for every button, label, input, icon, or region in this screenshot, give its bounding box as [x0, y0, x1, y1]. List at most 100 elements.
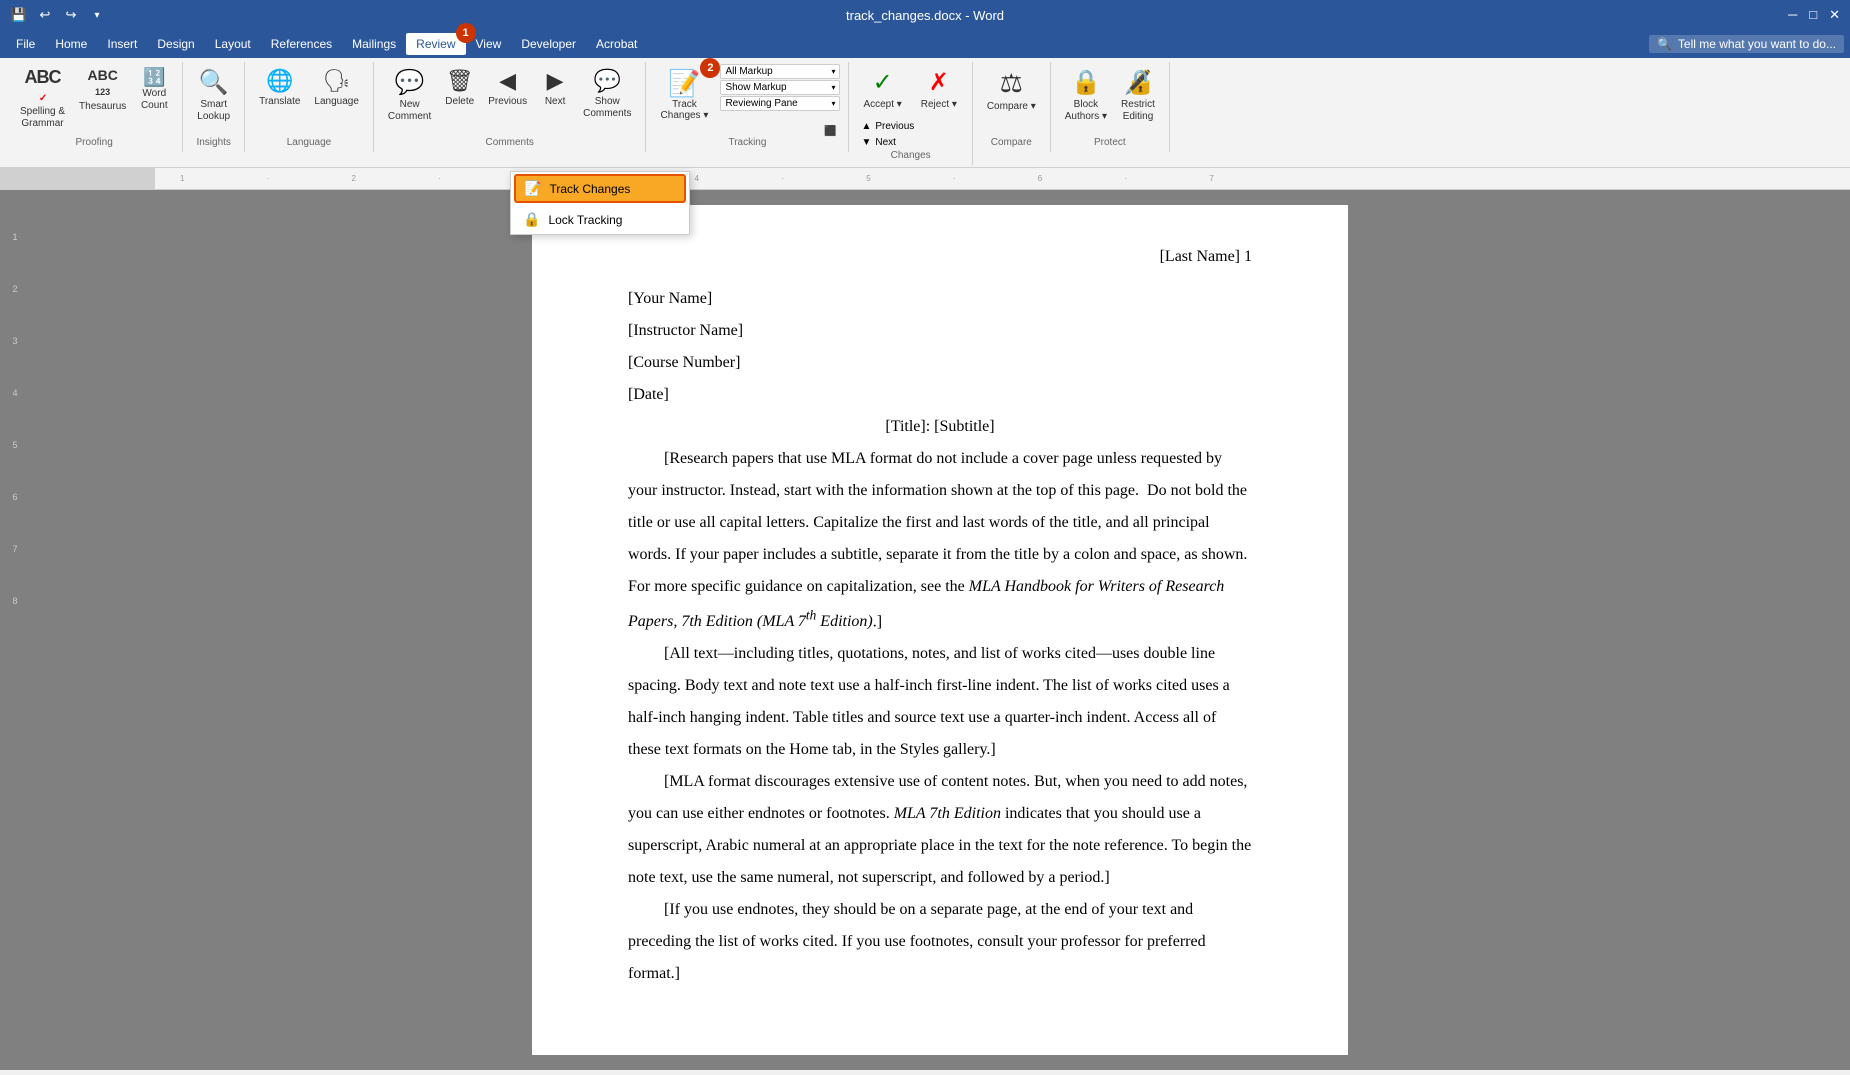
smart-lookup-btn[interactable]: 🔍 SmartLookup	[191, 64, 236, 127]
undo-icon[interactable]: ↩	[36, 6, 54, 24]
tracking-expand-icon[interactable]: ⬛	[824, 126, 836, 137]
thesaurus-label: Thesaurus	[79, 101, 126, 113]
reviewing-pane-dropdown[interactable]: Reviewing Pane ▾	[720, 96, 840, 111]
next-change-icon: ▼	[861, 137, 871, 148]
ruler-num-2: 2	[12, 284, 17, 334]
delete-comment-btn[interactable]: 🗑 Delete	[439, 64, 480, 112]
new-comment-icon: 💬	[395, 68, 425, 97]
delete-comment-label: Delete	[445, 96, 474, 108]
proofing-label: Proofing	[76, 137, 113, 150]
close-btn[interactable]: ✕	[1829, 7, 1840, 23]
document-page[interactable]: [Last Name] 1 [Your Name] [Instructor Na…	[532, 205, 1348, 1055]
track-changes-dropdown: 📝 Track Changes 🔒 Lock Tracking	[510, 171, 690, 235]
language-icon: 🗣	[323, 68, 351, 94]
spelling-label: Spelling &Grammar	[20, 106, 65, 130]
reject-btn[interactable]: ✗ Reject ▾	[914, 64, 964, 115]
tracking-group-label: Tracking	[728, 137, 766, 150]
menu-references[interactable]: References	[261, 33, 342, 55]
block-authors-btn[interactable]: 🔒 BlockAuthors ▾	[1059, 64, 1113, 127]
spelling-grammar-btn[interactable]: ABC✓ Spelling &Grammar	[14, 64, 71, 134]
lock-tracking-option[interactable]: 🔒 Lock Tracking	[511, 205, 689, 234]
redo-icon[interactable]: ↪	[62, 6, 80, 24]
track-changes-option[interactable]: 📝 Track Changes	[514, 174, 686, 203]
main-area: 1 2 3 4 5 6 7 8 [Last Name] 1 [Your Name…	[0, 190, 1850, 1070]
ribbon-group-compare: ⚖ Compare ▾ Compare	[973, 62, 1051, 152]
next-change-label: Next	[875, 137, 896, 148]
menu-review[interactable]: Review 1	[406, 33, 465, 55]
ruler-num-5: 5	[12, 440, 17, 490]
menu-mailings[interactable]: Mailings	[342, 33, 406, 55]
track-changes-btn[interactable]: 📝 TrackChanges ▾ 2	[654, 64, 714, 125]
compare-icon: ⚖	[1000, 68, 1023, 99]
reviewing-pane-label: Reviewing Pane	[725, 98, 797, 109]
minimize-btn[interactable]: ─	[1788, 7, 1797, 23]
next-comment-icon: ▶	[547, 68, 564, 94]
lock-tracking-icon: 🔒	[523, 211, 540, 228]
language-btn[interactable]: 🗣 Language	[308, 64, 365, 112]
translate-label: Translate	[259, 96, 300, 108]
quick-access-toolbar: 💾 ↩ ↪ ▾	[10, 6, 106, 24]
previous-comment-btn[interactable]: ◀ Previous	[482, 64, 533, 112]
tell-me-search[interactable]: 🔍 Tell me what you want to do...	[1649, 35, 1844, 53]
next-comment-btn[interactable]: ▶ Next	[535, 64, 575, 112]
word-count-icon: 🔢	[143, 68, 165, 86]
new-comment-btn[interactable]: 💬 NewComment	[382, 64, 437, 127]
menu-insert[interactable]: Insert	[97, 33, 147, 55]
customize-icon[interactable]: ▾	[88, 6, 106, 24]
accept-btn[interactable]: ✓ Accept ▾	[857, 64, 907, 115]
save-icon[interactable]: 💾	[10, 6, 28, 24]
menu-developer[interactable]: Developer	[511, 33, 586, 55]
lock-tracking-label: Lock Tracking	[548, 213, 622, 227]
spelling-icon: ABC✓	[25, 68, 61, 104]
ribbon-group-language: 🌐 Translate 🗣 Language Language	[245, 62, 374, 152]
thesaurus-btn[interactable]: ABC123 Thesaurus	[73, 64, 132, 117]
menu-file[interactable]: File	[6, 33, 45, 55]
ruler-num-6: 6	[12, 492, 17, 542]
reviewing-pane-arrow: ▾	[831, 99, 835, 108]
protect-group-label: Protect	[1094, 137, 1126, 150]
document-area[interactable]: [Last Name] 1 [Your Name] [Instructor Na…	[30, 190, 1850, 1070]
ruler-num-3: 3	[12, 336, 17, 386]
menu-acrobat[interactable]: Acrobat	[586, 33, 647, 55]
ruler-num-1: 1	[12, 232, 17, 282]
para-3: [MLA format discourages extensive use of…	[628, 766, 1252, 894]
track-changes-label: TrackChanges ▾	[661, 99, 709, 121]
title-line: [Title]: [Subtitle]	[628, 411, 1252, 443]
menu-design[interactable]: Design	[147, 33, 204, 55]
para-4: [If you use endnotes, they should be on …	[628, 894, 1252, 990]
all-markup-dropdown[interactable]: All Markup ▾	[720, 64, 840, 79]
insights-label: Insights	[196, 137, 230, 150]
previous-change-btn[interactable]: ▲ Previous	[857, 119, 918, 134]
comments-group-label: Comments	[486, 137, 534, 150]
menu-layout[interactable]: Layout	[205, 33, 261, 55]
maximize-btn[interactable]: □	[1809, 7, 1817, 23]
search-icon: 🔍	[1657, 37, 1672, 51]
course-number-line: [Course Number]	[628, 347, 1252, 379]
all-markup-arrow: ▾	[831, 67, 835, 76]
translate-btn[interactable]: 🌐 Translate	[253, 64, 306, 112]
previous-comment-icon: ◀	[499, 68, 516, 94]
ruler-num-8: 8	[12, 596, 17, 646]
your-name-line: [Your Name]	[628, 283, 1252, 315]
window-title: track_changes.docx - Word	[846, 8, 1004, 23]
translate-icon: 🌐	[266, 68, 293, 94]
ribbon-group-insights: 🔍 SmartLookup Insights	[183, 62, 245, 152]
restrict-editing-btn[interactable]: 🔏 RestrictEditing	[1115, 64, 1161, 127]
page-header: [Last Name] 1	[628, 241, 1252, 273]
ribbon-group-changes: ✓ Accept ▾ ✗ Reject ▾ ▲ Previous ▼ Next	[849, 62, 972, 165]
compare-btn[interactable]: ⚖ Compare ▾	[981, 64, 1042, 117]
show-markup-dropdown[interactable]: Show Markup ▾	[720, 80, 840, 95]
ruler-num-4: 4	[12, 388, 17, 438]
tracking-combos: All Markup ▾ Show Markup ▾ Reviewing Pan…	[720, 64, 840, 111]
title-bar: 💾 ↩ ↪ ▾ track_changes.docx - Word ─ □ ✕	[0, 0, 1850, 30]
word-count-btn[interactable]: 🔢 WordCount	[134, 64, 174, 116]
menu-home[interactable]: Home	[45, 33, 97, 55]
show-comments-btn[interactable]: 💬 ShowComments	[577, 64, 637, 124]
changes-group-label: Changes	[891, 150, 931, 163]
next-change-btn[interactable]: ▼ Next	[857, 135, 918, 150]
show-markup-label: Show Markup	[725, 82, 786, 93]
ribbon: ABC✓ Spelling &Grammar ABC123 Thesaurus …	[0, 58, 1850, 168]
accept-icon: ✓	[873, 68, 893, 97]
compare-label: Compare ▾	[987, 101, 1036, 113]
para-1: [Research papers that use MLA format do …	[628, 443, 1252, 638]
